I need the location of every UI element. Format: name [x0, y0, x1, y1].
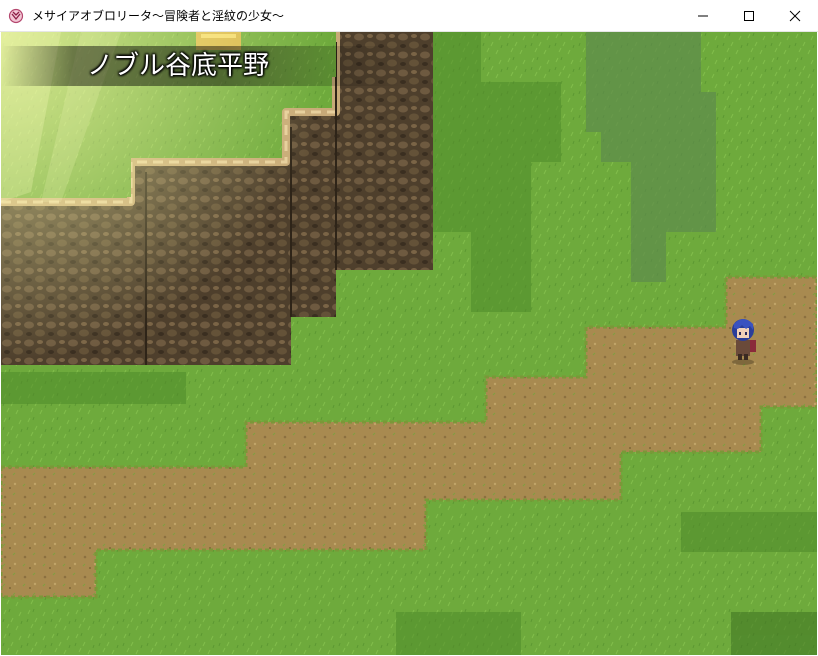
map-name-banner: ノブル谷底平野 [1, 46, 401, 86]
map-name: ノブル谷底平野 [87, 51, 270, 81]
maximize-icon [744, 10, 754, 21]
minimize-icon [698, 15, 708, 16]
window-controls [680, 0, 818, 31]
maximize-button[interactable] [726, 0, 772, 31]
field-map [1, 32, 817, 655]
close-button[interactable] [772, 0, 818, 31]
title-bar[interactable]: メサイアオブロリータ～冒険者と淫紋の少女～ [0, 0, 818, 32]
game-screen[interactable]: ノブル谷底平野 [1, 32, 817, 655]
game-window: メサイアオブロリータ～冒険者と淫紋の少女～ ノブル谷底平野 [0, 0, 818, 656]
window-title: メサイアオブロリータ～冒険者と淫紋の少女～ [32, 9, 285, 23]
minimize-button[interactable] [680, 0, 726, 31]
pink-emblem-icon [8, 8, 24, 23]
close-icon [789, 10, 801, 21]
